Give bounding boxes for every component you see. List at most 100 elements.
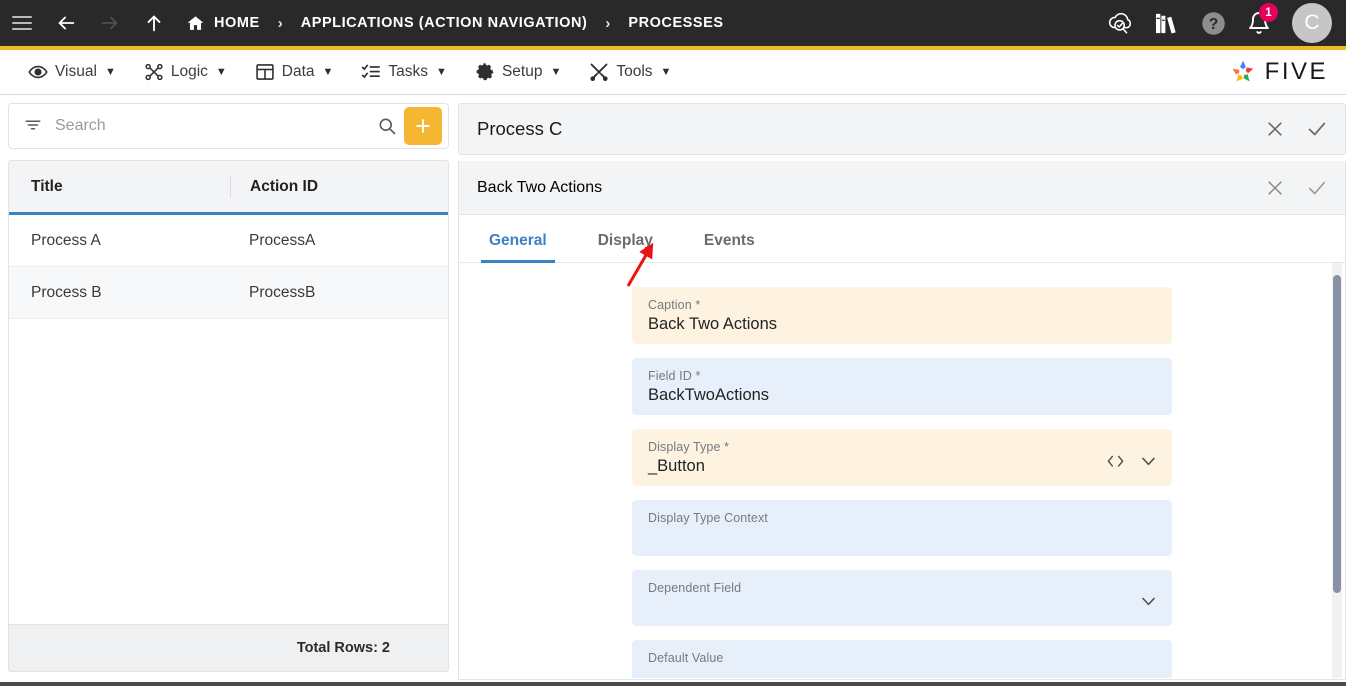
- breadcrumb-separator: ›: [605, 14, 611, 32]
- cell-title: Process A: [31, 231, 101, 249]
- cell-action-id: ProcessA: [249, 231, 316, 249]
- display-type-label: Display Type *: [648, 440, 730, 454]
- forward-arrow-icon[interactable]: [88, 0, 132, 46]
- back-arrow-icon[interactable]: [44, 0, 88, 46]
- table-row[interactable]: Process A ProcessA: [9, 215, 448, 267]
- eye-icon: [28, 62, 48, 82]
- top-navigation-bar: HOME › APPLICATIONS (ACTION NAVIGATION) …: [0, 0, 1346, 50]
- process-c-header: Process C: [458, 103, 1346, 155]
- menu-label-setup: Setup: [501, 63, 543, 80]
- search-bar: +: [8, 103, 449, 149]
- breadcrumb-separator: ›: [277, 14, 283, 32]
- breadcrumb-item-applications[interactable]: APPLICATIONS (ACTION NAVIGATION): [299, 15, 590, 31]
- caption-field[interactable]: Caption * Back Two Actions: [632, 287, 1172, 344]
- help-icon[interactable]: ?: [1192, 1, 1234, 45]
- field-id-field[interactable]: Field ID * BackTwoActions: [632, 358, 1172, 415]
- five-logo: FIVE: [1228, 57, 1346, 87]
- detail-panel: Process C Back Two Actions General Displ…: [458, 103, 1346, 682]
- scrollbar-thumb[interactable]: [1333, 275, 1341, 593]
- add-process-button[interactable]: +: [404, 107, 442, 145]
- library-books-icon[interactable]: [1146, 1, 1188, 45]
- menu-label-data: Data: [281, 63, 315, 80]
- chevron-down-icon: ▼: [660, 66, 672, 78]
- field-editor-title: Back Two Actions: [477, 178, 603, 196]
- menu-icon[interactable]: [0, 0, 44, 46]
- display-type-context-label: Display Type Context: [648, 511, 768, 525]
- display-type-field[interactable]: Display Type * _Button: [632, 429, 1172, 486]
- chevron-down-icon[interactable]: [1139, 593, 1158, 609]
- process-grid: Title Action ID Process A ProcessA Proce…: [8, 160, 449, 672]
- breadcrumb-item-processes[interactable]: PROCESSES: [626, 15, 725, 31]
- tools-wrench-icon: [589, 62, 609, 82]
- menu-item-tools[interactable]: Tools ▼: [575, 56, 685, 88]
- dependent-field-icons: [1139, 593, 1158, 609]
- tab-general[interactable]: General: [481, 232, 555, 263]
- notification-bell-icon[interactable]: 1: [1238, 1, 1280, 45]
- breadcrumb-label-processes: PROCESSES: [628, 15, 724, 31]
- close-icon[interactable]: [1261, 174, 1289, 202]
- chevron-down-icon: ▼: [215, 66, 227, 78]
- dependent-field-field[interactable]: Dependent Field: [632, 570, 1172, 626]
- cell-action-id: ProcessB: [249, 283, 316, 301]
- column-header-action-id[interactable]: Action ID: [230, 175, 448, 198]
- topbar-actions: ? 1 C: [1100, 1, 1346, 45]
- gear-icon: [475, 62, 495, 82]
- table-row[interactable]: Process B ProcessB: [9, 267, 448, 319]
- checklist-icon: [361, 62, 381, 82]
- magnifier-icon[interactable]: [370, 116, 404, 136]
- confirm-check-icon[interactable]: [1303, 174, 1331, 202]
- breadcrumb: HOME › APPLICATIONS (ACTION NAVIGATION) …: [184, 14, 726, 33]
- nav-icon-group: [0, 0, 176, 46]
- grid-body: Process A ProcessA Process B ProcessB: [9, 215, 448, 624]
- tab-display[interactable]: Display: [590, 232, 661, 262]
- default-value-field[interactable]: Default Value: [632, 640, 1172, 678]
- home-icon: [187, 15, 204, 30]
- filter-icon[interactable]: [23, 116, 43, 136]
- menu-item-setup[interactable]: Setup ▼: [461, 56, 575, 88]
- field-editor-body: General Display Events Caption * Back Tw…: [458, 215, 1346, 680]
- cloud-check-icon[interactable]: [1100, 1, 1142, 45]
- column-header-title[interactable]: Title: [9, 178, 230, 196]
- chevron-down-icon: ▼: [436, 66, 447, 78]
- page-title: Process C: [477, 118, 563, 139]
- tab-events[interactable]: Events: [696, 232, 763, 262]
- menu-item-data[interactable]: Data ▼: [241, 56, 348, 88]
- confirm-check-icon[interactable]: [1303, 115, 1331, 143]
- back-two-actions-header-actions: [1261, 174, 1331, 202]
- menu-item-visual[interactable]: Visual ▼: [14, 56, 130, 88]
- general-form: Caption * Back Two Actions Field ID * Ba…: [459, 263, 1345, 678]
- notification-badge: 1: [1259, 3, 1278, 22]
- cell-title: Process B: [31, 283, 102, 301]
- application-menu-bar: Visual ▼ Logic ▼ Data ▼ Tasks ▼ Setup ▼ …: [0, 50, 1346, 95]
- window-bottom-edge: [0, 682, 1346, 686]
- grid-header-row: Title Action ID: [9, 161, 448, 215]
- caption-field-label: Caption *: [648, 298, 701, 312]
- up-arrow-icon[interactable]: [132, 0, 176, 46]
- chevron-down-icon: ▼: [104, 66, 116, 78]
- breadcrumb-label-applications: APPLICATIONS (ACTION NAVIGATION): [300, 15, 588, 31]
- chevron-down-icon[interactable]: [1139, 453, 1158, 469]
- five-logo-text: FIVE: [1264, 58, 1328, 85]
- menu-item-tasks[interactable]: Tasks ▼: [347, 56, 461, 88]
- menu-label-tasks: Tasks: [388, 63, 429, 80]
- avatar[interactable]: C: [1292, 3, 1332, 43]
- chevron-down-icon: ▼: [322, 66, 334, 78]
- field-id-value: BackTwoActions: [648, 386, 770, 404]
- field-id-label: Field ID *: [648, 369, 701, 383]
- breadcrumb-item-home[interactable]: HOME: [184, 14, 262, 33]
- search-input[interactable]: [55, 117, 370, 135]
- menu-label-tools: Tools: [616, 63, 653, 80]
- breadcrumb-label-home: HOME: [214, 15, 260, 31]
- caption-field-value: Back Two Actions: [648, 315, 778, 333]
- menu-item-logic[interactable]: Logic ▼: [130, 56, 241, 88]
- display-type-context-field[interactable]: Display Type Context: [632, 500, 1172, 556]
- close-icon[interactable]: [1261, 115, 1289, 143]
- chevron-down-icon: ▼: [550, 66, 562, 78]
- dependent-field-label: Dependent Field: [648, 581, 742, 595]
- display-type-icons: [1106, 453, 1158, 469]
- tab-bar: General Display Events: [459, 215, 1345, 263]
- app-window: HOME › APPLICATIONS (ACTION NAVIGATION) …: [0, 0, 1346, 686]
- table-grid-icon: [255, 62, 275, 82]
- logic-nodes-icon: [144, 62, 164, 82]
- code-icon[interactable]: [1106, 453, 1125, 469]
